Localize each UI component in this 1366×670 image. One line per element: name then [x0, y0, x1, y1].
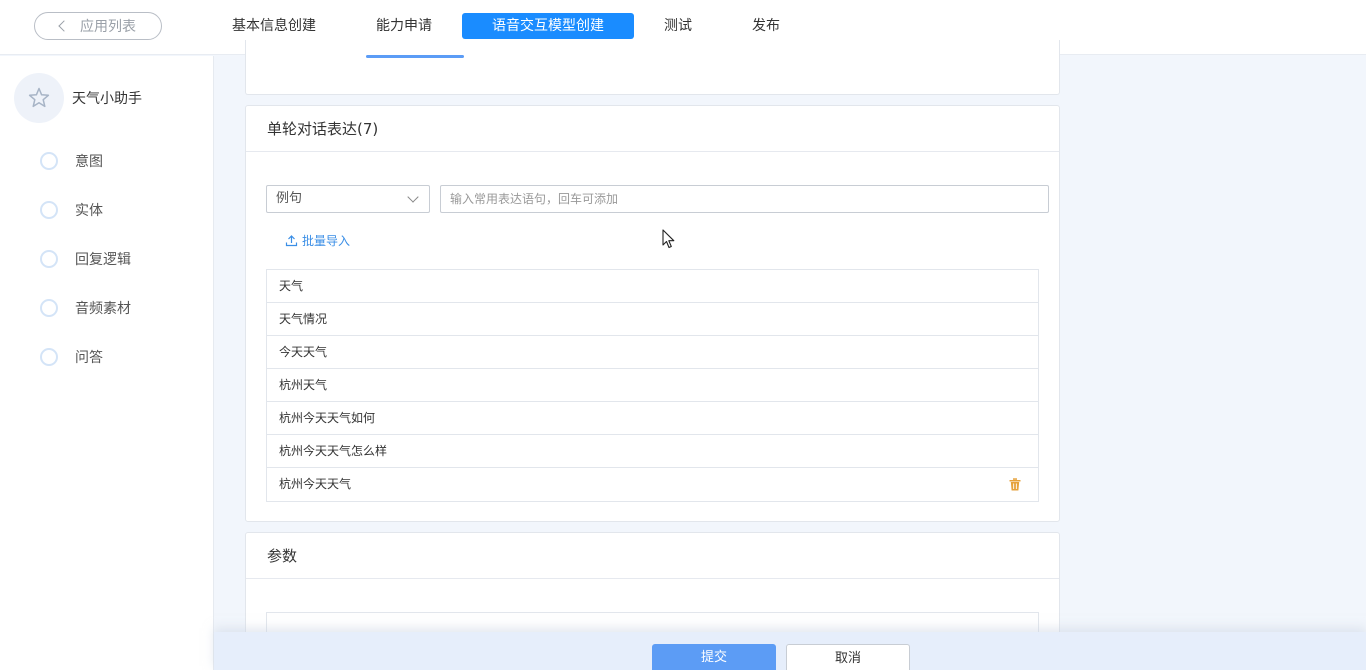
sidebar-item-label: 意图	[75, 154, 103, 170]
app-name: 天气小助手	[72, 91, 142, 107]
table-row[interactable]: 天气情况	[267, 303, 1038, 336]
sidebar: 天气小助手 意图 实体 回复逻辑 音频素材 问答	[0, 56, 214, 670]
sidebar-item-intent[interactable]: 意图	[40, 150, 103, 172]
active-tab-indicator	[366, 55, 464, 58]
sidebar-item-label: 实体	[75, 203, 103, 219]
sidebar-item-qa[interactable]: 问答	[40, 346, 103, 368]
upload-icon	[285, 235, 298, 247]
table-row[interactable]: 杭州今天天气如何	[267, 402, 1038, 435]
cancel-button[interactable]: 取消	[786, 644, 910, 670]
sidebar-item-label: 回复逻辑	[75, 252, 131, 268]
table-row[interactable]: 杭州今天天气	[267, 468, 1038, 501]
trash-icon[interactable]	[1009, 478, 1021, 491]
back-button-label: 应用列表	[80, 19, 136, 35]
sidebar-item-entity[interactable]: 实体	[40, 199, 103, 221]
chevron-down-icon	[407, 191, 419, 203]
submit-button[interactable]: 提交	[652, 644, 776, 670]
table-row[interactable]: 今天天气	[267, 336, 1038, 369]
expression-list: 天气 天气情况 今天天气 杭州天气 杭州今天天气如何 杭州今天天气怎么样 杭州今…	[266, 269, 1039, 502]
chevron-left-icon	[58, 20, 70, 32]
circle-icon	[40, 348, 58, 366]
bulk-import-link[interactable]: 批量导入	[285, 232, 350, 249]
card-title: 参数	[246, 533, 1059, 579]
select-value: 例句	[276, 191, 303, 206]
footer-action-bar: 提交 取消	[214, 632, 1366, 670]
sidebar-item-reply-logic[interactable]: 回复逻辑	[40, 248, 131, 270]
back-to-app-list-button[interactable]: 应用列表	[34, 12, 162, 40]
utterance-expressions-card: 单轮对话表达(7) 例句 批量导入 天气 天气情况 今天天气 杭州天气 杭州今天…	[245, 105, 1060, 522]
bulk-import-label: 批量导入	[302, 234, 351, 248]
expression-input[interactable]	[440, 185, 1049, 213]
previous-section-card	[245, 40, 1060, 95]
sidebar-item-audio-assets[interactable]: 音频素材	[40, 297, 131, 319]
star-icon	[28, 87, 50, 108]
row-text: 杭州今天天气	[279, 477, 352, 491]
table-row[interactable]: 天气	[267, 270, 1038, 303]
mouse-cursor-icon	[662, 229, 675, 249]
sidebar-item-label: 问答	[75, 350, 103, 366]
circle-icon	[40, 250, 58, 268]
tab-basic-info[interactable]: 基本信息创建	[222, 13, 326, 39]
table-row[interactable]: 杭州天气	[267, 369, 1038, 402]
app-avatar	[14, 73, 64, 123]
card-title: 单轮对话表达(7)	[246, 106, 1059, 152]
table-row[interactable]: 杭州今天天气怎么样	[267, 435, 1038, 468]
tab-test[interactable]: 测试	[650, 13, 706, 39]
circle-icon	[40, 299, 58, 317]
tab-publish[interactable]: 发布	[738, 13, 794, 39]
circle-icon	[40, 152, 58, 170]
tab-voice-model[interactable]: 语音交互模型创建	[462, 13, 634, 39]
app-header: 天气小助手	[14, 73, 142, 123]
circle-icon	[40, 201, 58, 219]
tab-capability-apply[interactable]: 能力申请	[362, 13, 446, 39]
expression-type-select[interactable]: 例句	[266, 185, 430, 213]
sidebar-item-label: 音频素材	[75, 301, 131, 317]
